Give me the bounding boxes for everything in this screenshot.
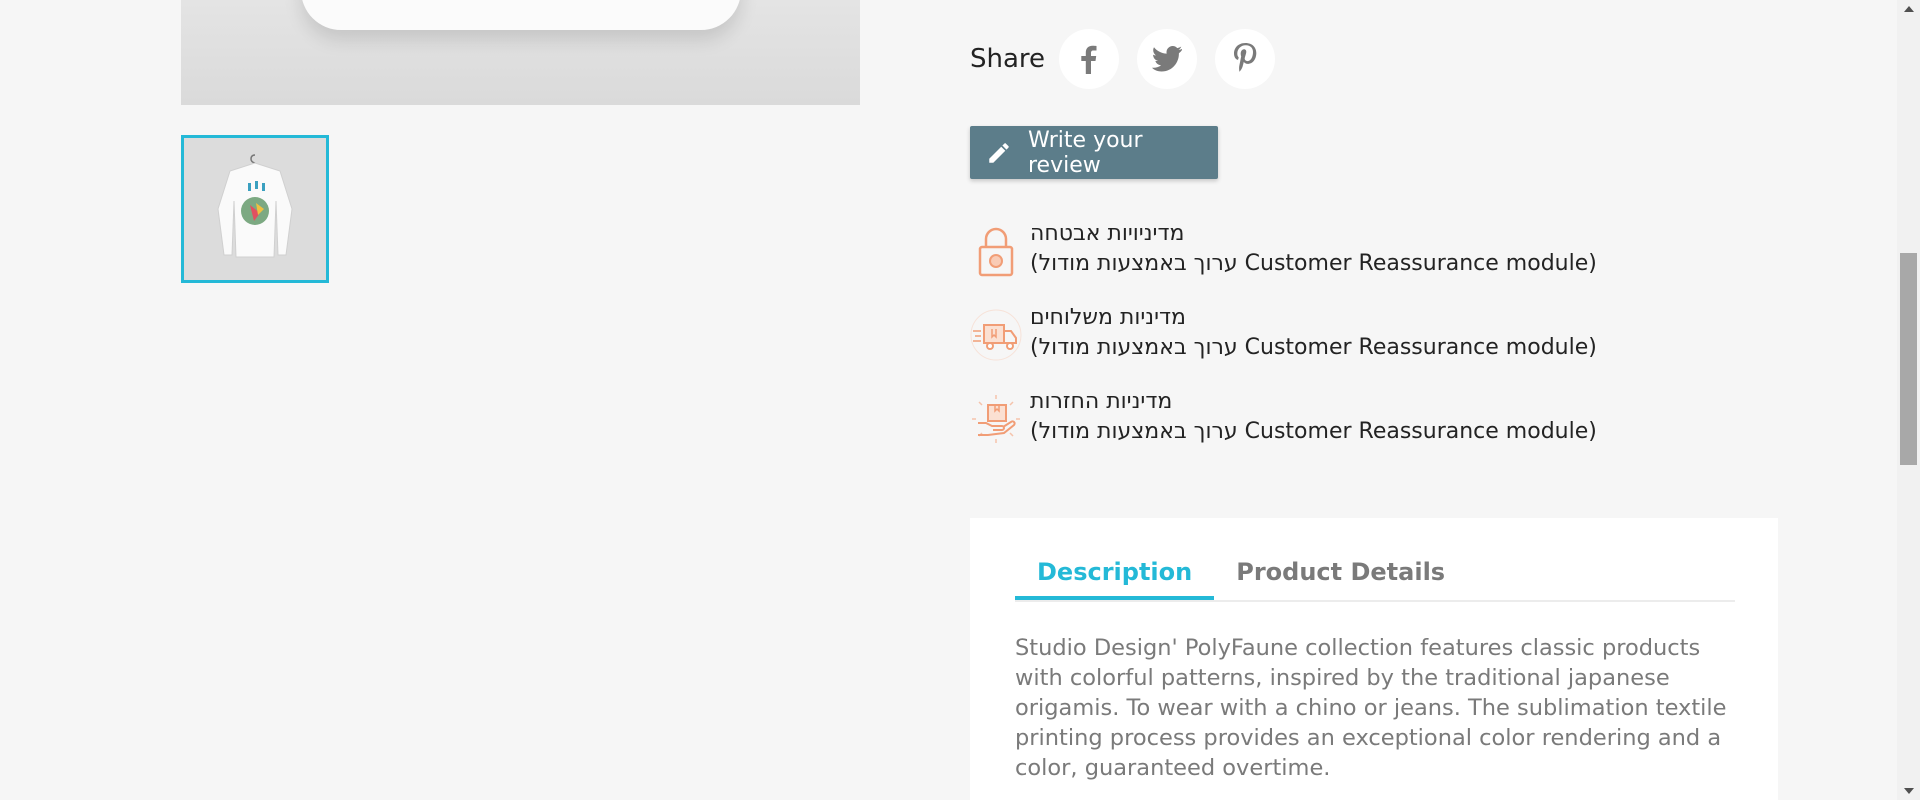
pinterest-icon	[1234, 43, 1257, 72]
write-review-label: Write your review	[1028, 127, 1143, 178]
pencil-icon	[986, 140, 1012, 166]
shirt-thumbnail-image	[217, 154, 293, 258]
reassurance-item-returns: מדיניות החזרות (ערוך באמצעות מודול Custo…	[970, 389, 1610, 453]
twitter-share-button[interactable]	[1137, 29, 1198, 89]
twitter-icon	[1152, 46, 1183, 72]
product-main-image[interactable]	[181, 0, 860, 105]
product-tabs: Description Product Details	[1015, 558, 1735, 602]
reassurance-title: מדיניות החזרות	[1030, 389, 1173, 414]
tab-product-details[interactable]: Product Details	[1214, 558, 1467, 600]
write-review-button[interactable]: Write your review	[970, 126, 1218, 179]
delivery-truck-icon	[970, 309, 1022, 361]
tab-description[interactable]: Description	[1015, 558, 1215, 600]
share-label: Share	[970, 44, 1046, 74]
page-scrollbar[interactable]	[1897, 0, 1920, 800]
pinterest-share-button[interactable]	[1215, 29, 1276, 89]
facebook-share-button[interactable]	[1059, 29, 1120, 89]
share-row: Share	[970, 29, 1293, 89]
reassurance-title: מדיניות משלוחים	[1030, 305, 1186, 330]
product-image-shirt	[301, 0, 741, 30]
facebook-icon	[1081, 45, 1097, 74]
scroll-up-arrow-icon[interactable]	[1904, 6, 1914, 12]
reassurance-description: (ערוך באמצעות מודול Customer Reassurance…	[1030, 419, 1597, 444]
product-description-text: Studio Design' PolyFaune collection feat…	[1015, 635, 1727, 781]
reassurance-item-security: מדיניויות אבטחה (ערוך באמצעות מודול Cust…	[970, 221, 1610, 285]
product-thumbnail[interactable]	[181, 135, 329, 283]
product-tabs-card: Description Product Details Studio Desig…	[970, 518, 1778, 800]
lock-icon	[978, 227, 1014, 277]
reassurance-description: (ערוך באמצעות מודול Customer Reassurance…	[1030, 335, 1597, 360]
scrollbar-thumb[interactable]	[1900, 253, 1917, 465]
reassurance-title: מדיניויות אבטחה	[1030, 221, 1185, 246]
return-parcel-icon	[972, 395, 1020, 443]
reassurance-item-shipping: מדיניות משלוחים (ערוך באמצעות מודול Cust…	[970, 305, 1610, 369]
reassurance-description: (ערוך באמצעות מודול Customer Reassurance…	[1030, 251, 1597, 276]
scroll-down-arrow-icon[interactable]	[1904, 788, 1914, 794]
